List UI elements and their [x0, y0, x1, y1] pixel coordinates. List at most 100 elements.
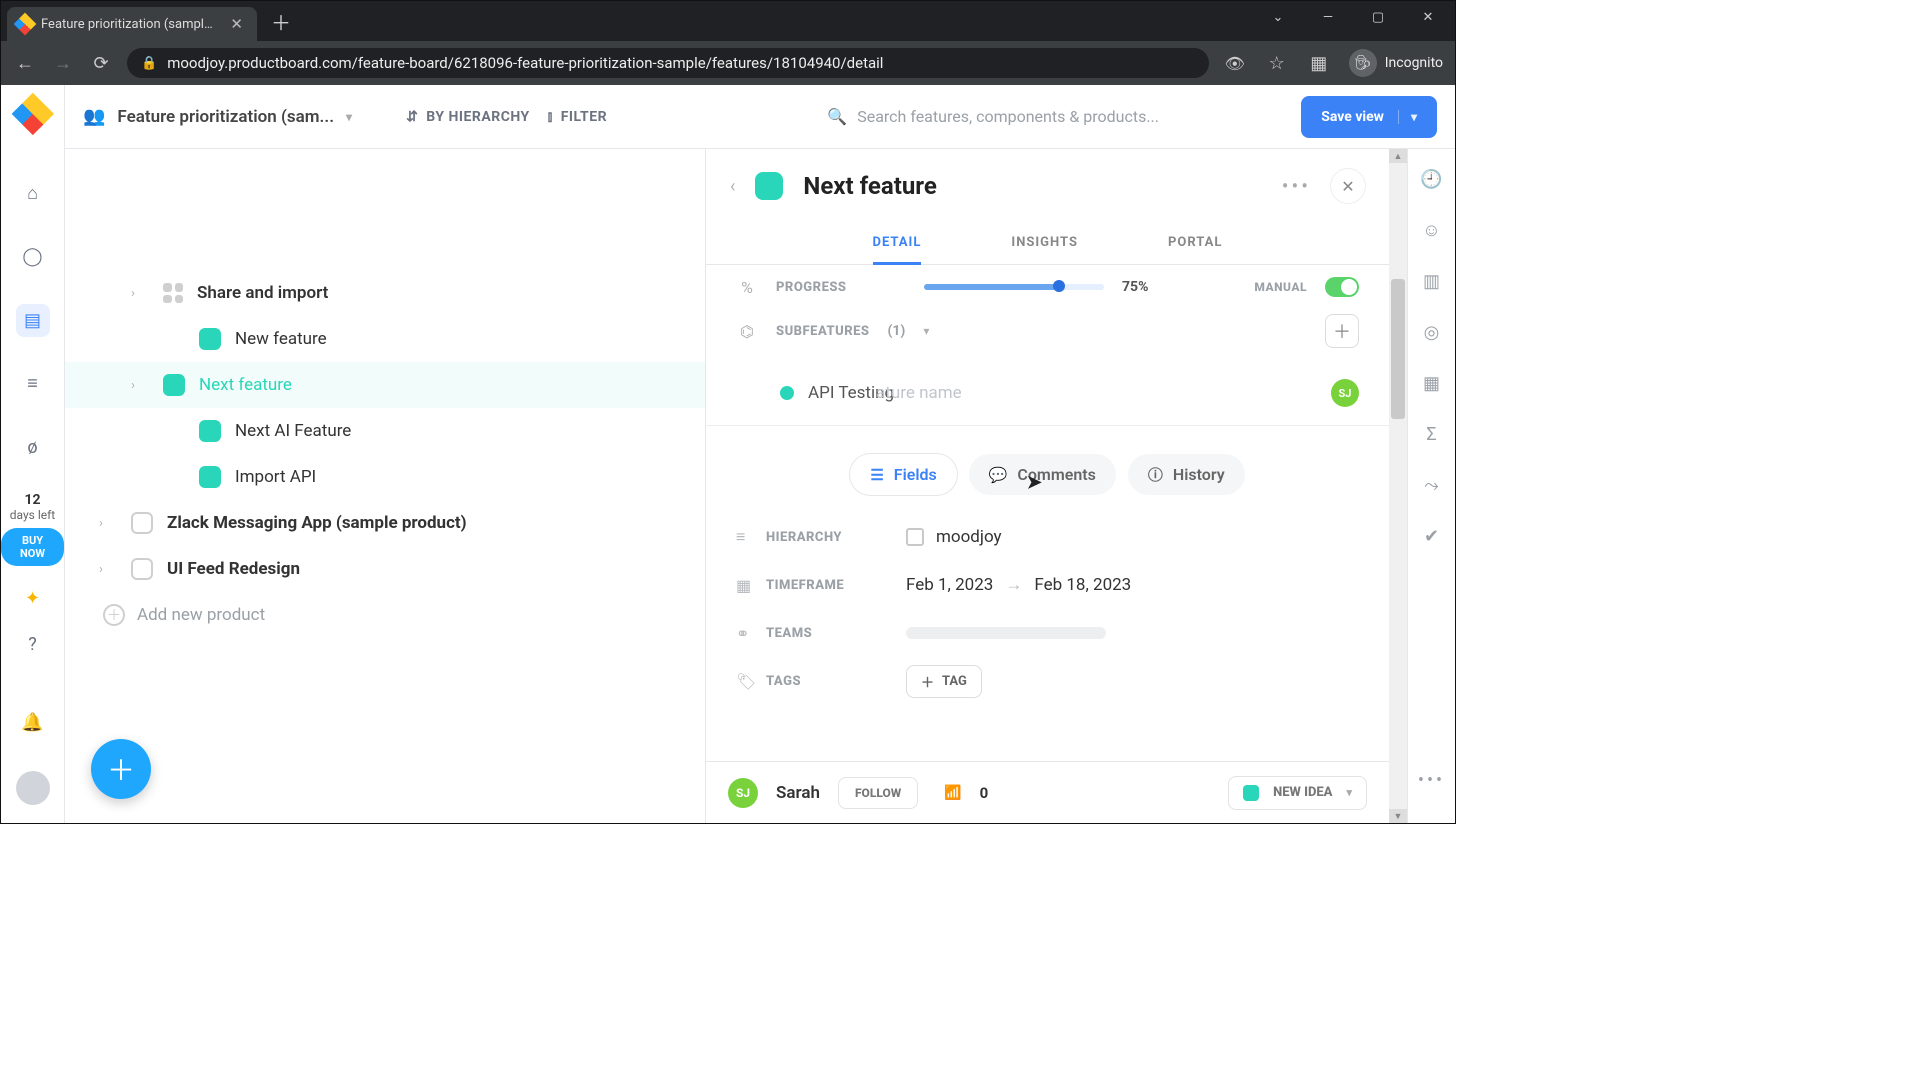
- add-fab-button[interactable]: ＋: [91, 739, 151, 799]
- insights-bulb-icon[interactable]: ◯: [16, 240, 50, 273]
- pill-history[interactable]: ⓘ History: [1128, 454, 1245, 495]
- chevron-down-icon[interactable]: ▾: [923, 324, 929, 338]
- assignee-avatar[interactable]: SJ: [1331, 379, 1359, 407]
- feature-color-chip[interactable]: [755, 172, 783, 200]
- pill-history-label: History: [1173, 465, 1225, 484]
- sigma-icon[interactable]: Σ: [1426, 424, 1436, 445]
- tree-item-import-api[interactable]: Import API: [65, 454, 705, 500]
- scroll-up-icon[interactable]: ▲: [1389, 149, 1407, 163]
- tree-item-next-feature[interactable]: › Next feature: [65, 362, 705, 408]
- progress-slider[interactable]: [924, 284, 1104, 290]
- tab-detail[interactable]: DETAIL: [873, 223, 922, 264]
- tab-portal[interactable]: PORTAL: [1168, 223, 1222, 264]
- tab-insights[interactable]: INSIGHTS: [1011, 223, 1078, 264]
- owner-name[interactable]: Sarah: [776, 783, 820, 803]
- tab-close-icon[interactable]: ✕: [226, 13, 247, 35]
- tree-item-next-ai[interactable]: Next AI Feature: [65, 408, 705, 454]
- extensions-icon[interactable]: ▦: [1307, 53, 1331, 74]
- target-icon[interactable]: ◎: [1424, 322, 1440, 343]
- incognito-label: Incognito: [1385, 55, 1443, 71]
- field-timeframe[interactable]: ▦ TIMEFRAME Feb 1, 2023 → Feb 18, 2023: [736, 561, 1359, 609]
- eye-off-icon[interactable]: 👁︎: [1223, 54, 1247, 73]
- window-minimize-button[interactable]: —: [1305, 1, 1351, 33]
- scroll-down-icon[interactable]: ▼: [1389, 809, 1407, 823]
- teams-empty-placeholder: [906, 627, 1106, 639]
- chevron-right-icon[interactable]: ›: [99, 516, 117, 531]
- browser-tab[interactable]: Feature prioritization (sample) - F ✕: [7, 7, 257, 41]
- save-view-label: Save view: [1321, 109, 1384, 125]
- detail-title[interactable]: Next feature: [803, 172, 936, 200]
- search-input[interactable]: 🔍 Search features, components & products…: [813, 97, 1283, 137]
- tabs-dropdown-icon[interactable]: ⌄: [1255, 1, 1301, 33]
- add-product-button[interactable]: ＋ Add new product: [65, 592, 705, 638]
- chevron-down-icon: ▾: [1346, 786, 1352, 799]
- board-selector[interactable]: 👥 Feature prioritization (sam... ▾: [83, 106, 352, 127]
- comment-icon: 💬: [989, 466, 1008, 484]
- status-selector[interactable]: NEW IDEA ▾: [1228, 776, 1367, 810]
- bookmark-star-icon[interactable]: ☆: [1265, 53, 1289, 74]
- chevron-right-icon[interactable]: ›: [99, 562, 117, 577]
- save-view-dropdown-icon[interactable]: ▾: [1398, 110, 1417, 124]
- user-avatar[interactable]: [16, 771, 50, 805]
- table-icon[interactable]: ▦: [1423, 373, 1440, 394]
- window-maximize-button[interactable]: ▢: [1355, 1, 1401, 33]
- by-hierarchy-button[interactable]: ⇵ BY HIERARCHY: [406, 109, 530, 125]
- save-view-button[interactable]: Save view ▾: [1301, 96, 1437, 138]
- tree-item-label: Next AI Feature: [235, 421, 351, 441]
- check-circle-icon[interactable]: ✔︎: [1424, 526, 1439, 547]
- filter-button[interactable]: ⫾ FILTER: [548, 109, 607, 125]
- subfeature-row[interactable]: API Testingature name SJ: [780, 379, 1359, 407]
- nav-forward-icon[interactable]: →: [51, 53, 75, 74]
- notifications-bell-icon[interactable]: 🔔: [16, 705, 50, 739]
- detail-close-icon[interactable]: ✕: [1331, 169, 1365, 203]
- progress-knob[interactable]: [1053, 280, 1065, 292]
- add-tag-button[interactable]: ＋ TAG: [906, 665, 982, 698]
- detail-back-icon[interactable]: ‹: [730, 176, 735, 197]
- columns-icon[interactable]: ▥: [1423, 271, 1440, 292]
- add-subfeature-button[interactable]: ＋: [1325, 314, 1359, 348]
- tag-icon: 🏷︎: [736, 672, 766, 691]
- progress-manual-toggle[interactable]: [1325, 277, 1359, 297]
- field-tags[interactable]: 🏷︎ TAGS ＋ TAG: [736, 657, 1359, 705]
- user-score-icon[interactable]: ☺︎: [1422, 220, 1440, 241]
- subfeatures-label: SUBFEATURES: [776, 324, 869, 339]
- detail-scrollbar[interactable]: ▲ ▼: [1389, 149, 1407, 823]
- tree-item-label: New feature: [235, 329, 327, 349]
- home-icon[interactable]: ⌂: [16, 177, 50, 210]
- dependency-icon[interactable]: ⤳: [1424, 475, 1438, 496]
- tree-product-ui-feed[interactable]: › UI Feed Redesign: [65, 546, 705, 592]
- buy-now-button[interactable]: BUY NOW: [1, 528, 64, 566]
- board-title: Feature prioritization (sam...: [117, 107, 334, 127]
- address-bar[interactable]: 🔒 moodjoy.productboard.com/feature-board…: [127, 48, 1209, 78]
- owner-avatar[interactable]: SJ: [728, 778, 758, 808]
- field-teams[interactable]: ⚭ TEAMS: [736, 609, 1359, 657]
- incognito-icon: 🕵︎: [1349, 49, 1377, 77]
- hide-icon[interactable]: ø: [16, 430, 50, 463]
- roadmap-icon[interactable]: ≡: [16, 367, 50, 400]
- clock-icon[interactable]: 🕘: [1420, 169, 1442, 190]
- subfeatures-icon: ⌬: [736, 322, 758, 341]
- tree-item-new-feature[interactable]: New feature: [65, 316, 705, 362]
- pill-comments[interactable]: 💬 Comments ➤: [969, 454, 1116, 495]
- new-tab-button[interactable]: ＋: [257, 7, 305, 36]
- app-logo[interactable]: [11, 93, 53, 135]
- field-hierarchy[interactable]: ≡ HIERARCHY moodjoy: [736, 513, 1359, 561]
- subfeature-name-input[interactable]: API Testingature name: [808, 383, 980, 403]
- chevron-right-icon[interactable]: ›: [131, 286, 149, 301]
- tree-group-share-import[interactable]: › Share and import: [65, 270, 705, 316]
- pill-fields[interactable]: ☰ Fields: [850, 454, 956, 495]
- right-rail-more-icon[interactable]: •••: [1418, 770, 1445, 803]
- chevron-right-icon[interactable]: ›: [131, 378, 149, 393]
- more-menu-icon[interactable]: •••: [1282, 174, 1311, 198]
- features-board-icon[interactable]: ▤: [16, 304, 50, 337]
- window-close-button[interactable]: ✕: [1405, 1, 1451, 33]
- feature-chip-icon: [199, 420, 221, 442]
- follow-button[interactable]: FOLLOW: [838, 777, 918, 809]
- help-icon[interactable]: ?: [16, 627, 50, 661]
- nav-reload-icon[interactable]: ⟳: [89, 53, 113, 74]
- scroll-thumb[interactable]: [1391, 279, 1405, 419]
- nav-back-icon[interactable]: ←: [13, 53, 37, 74]
- sparkle-icon[interactable]: ✦: [25, 588, 40, 609]
- add-tag-label: TAG: [942, 674, 967, 689]
- tree-product-zlack[interactable]: › Zlack Messaging App (sample product): [65, 500, 705, 546]
